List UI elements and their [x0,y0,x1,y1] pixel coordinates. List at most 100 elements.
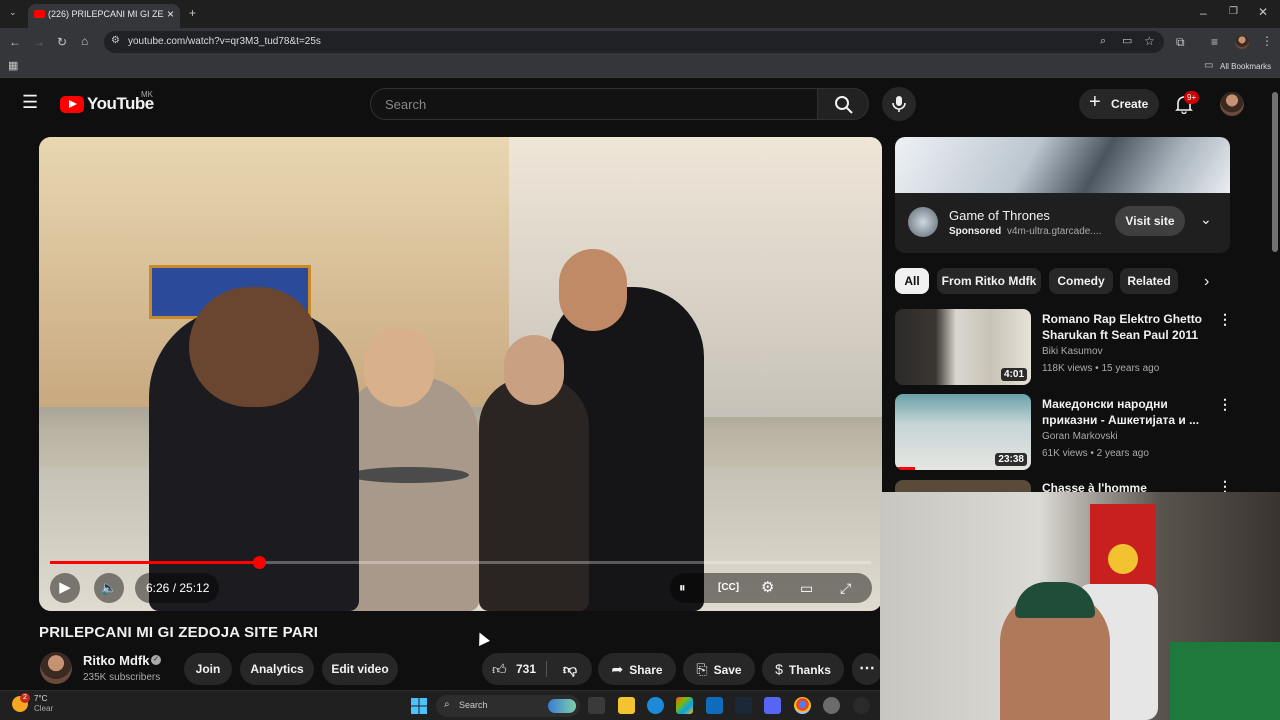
chip-all[interactable]: All [895,268,929,294]
settings-gear-icon[interactable]: ⚙ [761,573,774,603]
back-icon[interactable]: ← [9,36,21,48]
tab-title: (226) PRILEPCANI MI GI ZE [48,9,164,19]
analytics-label: Analytics [250,662,304,676]
new-tab-icon[interactable]: + [189,7,196,19]
weather-widget[interactable]: 7°C Clear [34,694,53,714]
youtube-header: ☰ YouTube MK Search + Create 9+ [0,80,1280,128]
thanks-button[interactable]: $ Thanks [762,653,844,685]
related-thumbnail[interactable]: 23:38 [895,394,1031,470]
temperature: 7°C [34,694,48,703]
minimize-icon[interactable]: – [1200,7,1207,19]
seek-bar-played [50,561,260,564]
settings-icon[interactable] [823,697,840,714]
edge-icon[interactable] [647,697,664,714]
zoom-icon[interactable]: ⌕ [1100,36,1106,47]
voice-search-button[interactable] [882,87,916,121]
youtube-favicon-icon [34,10,45,18]
chrome-menu-icon[interactable]: ⋮ [1261,35,1273,47]
captions-icon[interactable]: [CC] [718,573,739,603]
seek-bar[interactable] [50,556,871,569]
dislike-button[interactable]: 👎︎ [550,653,590,685]
thumbs-down-icon: 👎︎ [562,661,578,677]
save-button[interactable]: ⎘ Save [683,653,755,685]
create-button[interactable]: + Create [1079,89,1159,119]
app-icon[interactable] [764,697,781,714]
related-channel[interactable]: Goran Markovski [1042,431,1118,442]
search-button[interactable] [817,88,869,120]
related-title[interactable]: Chasse à l'homme [1042,481,1212,492]
ad-banner-image[interactable] [895,137,1230,193]
chevron-right-icon[interactable]: › [1204,274,1209,290]
visit-site-button[interactable]: Visit site [1115,206,1185,236]
task-view-icon[interactable] [588,697,605,714]
more-actions-button[interactable]: ⋯ [852,653,882,685]
search-highlight-icon [548,699,576,713]
page-scrollbar[interactable] [1272,92,1278,252]
chevron-down-icon[interactable]: ⌄ [1200,211,1212,228]
reload-icon[interactable]: ↻ [57,36,67,48]
close-tab-icon[interactable]: × [167,7,174,21]
account-avatar[interactable] [1220,92,1244,116]
chip-comedy[interactable]: Comedy [1049,268,1113,294]
related-thumbnail[interactable]: 4:01 [895,309,1031,385]
site-info-icon[interactable]: ⚙ [111,36,120,46]
omnibox[interactable]: ⚙ youtube.com/watch?v=qr3M3_tud78&t=25s … [104,31,1164,53]
fullscreen-icon[interactable]: ⤢ [840,573,851,603]
related-title[interactable]: Romano Rap Elektro Ghetto Sharukan ft Se… [1042,311,1212,343]
channel-name[interactable]: Ritko Mdfk [83,653,149,668]
more-vertical-icon[interactable]: ⋮ [1218,311,1232,328]
video-frame-table [349,467,469,483]
edit-video-label: Edit video [331,662,389,676]
file-explorer-icon[interactable] [618,697,635,714]
apps-grid-icon[interactable]: ▦ [8,61,18,72]
copilot-icon[interactable] [676,697,693,714]
restore-icon[interactable]: ❐ [1229,7,1238,17]
bookmark-star-icon[interactable]: ☆ [1144,35,1155,47]
store-icon[interactable] [706,697,723,714]
like-divider [546,661,547,677]
chrome-icon[interactable] [794,697,811,714]
search-input[interactable]: Search [370,88,818,120]
related-thumbnail[interactable] [895,480,1031,492]
home-icon[interactable]: ⌂ [81,35,88,47]
obs-icon[interactable] [853,697,870,714]
hamburger-menu-icon[interactable]: ☰ [22,93,38,111]
related-title[interactable]: Македонски народни приказни - Ашкетијата… [1042,396,1212,428]
video-frame-person [479,377,589,611]
browser-tab[interactable]: (226) PRILEPCANI MI GI ZE × [28,4,180,28]
video-player[interactable]: ▶ 🔈 6:26 / 25:12 ⏸ [CC] ⚙ ▭ ⤢ [39,137,882,611]
autoplay-toggle-icon[interactable]: ⏸ [679,573,686,603]
related-channel[interactable]: Biki Kasumov [1042,346,1103,357]
tab-search-icon[interactable]: ⌄ [9,8,17,17]
chip-related[interactable]: Related [1120,268,1178,294]
chip-from-channel[interactable]: From Ritko Mdfk [937,268,1041,294]
play-button[interactable]: ▶ [50,573,80,603]
share-button[interactable]: ➦ Share [598,653,676,685]
sponsored-ad-card[interactable]: Game of Thrones Sponsored v4m-ultra.gtar… [895,137,1230,253]
volume-icon[interactable]: 🔈 [94,573,124,603]
theater-mode-icon[interactable]: ▭ [800,573,813,603]
youtube-logo-icon[interactable] [60,96,84,113]
like-button[interactable]: 👍︎ 731 [482,653,546,685]
terminal-icon[interactable] [735,697,752,714]
thanks-label: Thanks [788,663,831,677]
video-frame-person-head [364,327,434,407]
taskbar-search[interactable]: ⌕ Search [436,695,580,717]
cast-icon[interactable]: ▭ [1122,36,1132,47]
profile-avatar[interactable] [1235,35,1249,49]
more-vertical-icon[interactable]: ⋮ [1218,396,1232,413]
chip-label: Comedy [1057,274,1105,288]
media-controls-icon[interactable]: ≡ [1211,36,1218,48]
all-bookmarks-link[interactable]: All Bookmarks [1220,62,1271,71]
windows-start-icon[interactable] [411,698,427,714]
edit-video-button[interactable]: Edit video [322,653,398,685]
extensions-icon[interactable]: ⧉ [1176,36,1185,48]
url-text: youtube.com/watch?v=qr3M3_tud78&t=25s [128,36,321,47]
channel-avatar[interactable] [40,652,72,684]
forward-icon[interactable]: → [33,36,45,48]
plus-icon: + [1089,91,1101,113]
join-button[interactable]: Join [184,653,232,685]
analytics-button[interactable]: Analytics [240,653,314,685]
window-close-icon[interactable]: ✕ [1258,6,1268,18]
video-frame-person [339,377,479,611]
